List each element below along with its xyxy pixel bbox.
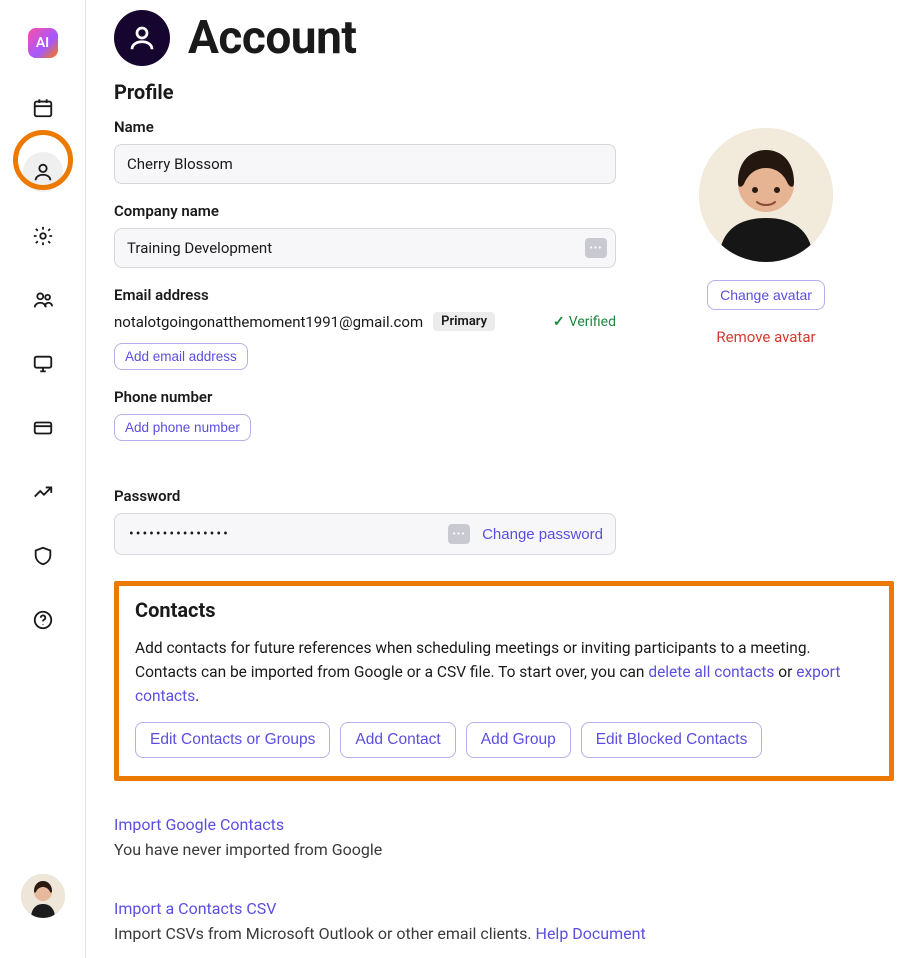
person-icon — [32, 161, 54, 183]
change-avatar-button[interactable]: Change avatar — [707, 280, 825, 310]
name-input[interactable]: Cherry Blossom — [114, 144, 616, 184]
help-circle-icon — [32, 609, 54, 631]
import-google-status: You have never imported from Google — [114, 840, 886, 859]
import-csv-desc: Import CSVs from Microsoft Outlook or ot… — [114, 924, 886, 943]
shield-icon — [32, 545, 54, 567]
nav-help[interactable] — [23, 600, 63, 640]
avatar-illustration — [699, 128, 833, 262]
name-label: Name — [114, 118, 616, 136]
phone-label: Phone number — [114, 388, 616, 406]
add-email-button[interactable]: Add email address — [114, 343, 248, 370]
main-content: Account Profile Name Cherry Blossom Comp… — [86, 0, 914, 958]
app-logo[interactable]: AI — [28, 28, 58, 58]
credit-card-icon — [32, 417, 54, 439]
gear-icon — [32, 225, 54, 247]
email-primary-badge: Primary — [433, 312, 495, 331]
email-label: Email address — [114, 286, 616, 304]
company-trailing-icon[interactable] — [585, 238, 607, 258]
user-avatar-small[interactable] — [21, 874, 65, 918]
password-label: Password — [114, 487, 886, 505]
app-logo-text: AI — [36, 35, 49, 51]
password-row: ••••••••••••••• Change password — [114, 513, 616, 555]
contacts-description: Add contacts for future references when … — [135, 636, 873, 708]
import-csv-link[interactable]: Import a Contacts CSV — [114, 899, 276, 918]
avatar-large — [699, 128, 833, 262]
add-contact-button[interactable]: Add Contact — [340, 722, 455, 758]
nav-calendar[interactable] — [23, 88, 63, 128]
nav-team[interactable] — [23, 280, 63, 320]
name-value: Cherry Blossom — [127, 155, 233, 173]
page-header-icon-badge — [114, 10, 170, 66]
company-input[interactable]: Training Development — [114, 228, 616, 268]
nav-security[interactable] — [23, 536, 63, 576]
company-value: Training Development — [127, 239, 272, 257]
company-label: Company name — [114, 202, 616, 220]
person-icon — [127, 23, 157, 53]
avatar-illustration-small — [21, 874, 65, 918]
edit-blocked-contacts-button[interactable]: Edit Blocked Contacts — [581, 722, 763, 758]
people-icon — [32, 289, 54, 311]
calendar-icon — [32, 97, 54, 119]
profile-section-title: Profile — [114, 80, 886, 104]
password-masked: ••••••••••••••• — [129, 526, 230, 542]
add-group-button[interactable]: Add Group — [466, 722, 571, 758]
password-trailing-icon[interactable] — [448, 524, 470, 544]
edit-contacts-button[interactable]: Edit Contacts or Groups — [135, 722, 330, 758]
monitor-icon — [32, 353, 54, 375]
add-phone-button[interactable]: Add phone number — [114, 414, 251, 441]
email-value: notalotgoingonatthemoment1991@gmail.com — [114, 313, 423, 331]
contacts-section-title: Contacts — [135, 598, 873, 622]
nav-display[interactable] — [23, 344, 63, 384]
nav-settings[interactable] — [23, 216, 63, 256]
email-verified-status: Verified — [553, 314, 616, 330]
nav-analytics[interactable] — [23, 472, 63, 512]
sidebar-nav — [23, 88, 63, 640]
contacts-highlight-box: Contacts Add contacts for future referen… — [114, 581, 894, 781]
help-document-link[interactable]: Help Document — [536, 924, 646, 943]
nav-account[interactable] — [23, 152, 63, 192]
remove-avatar-link[interactable]: Remove avatar — [716, 328, 815, 346]
change-password-button[interactable]: Change password — [482, 526, 603, 543]
nav-billing[interactable] — [23, 408, 63, 448]
import-google-contacts-link[interactable]: Import Google Contacts — [114, 815, 284, 834]
page-header: Account — [114, 10, 886, 66]
delete-all-contacts-link[interactable]: delete all contacts — [648, 663, 774, 681]
trending-up-icon — [32, 481, 54, 503]
sidebar: AI — [0, 0, 86, 958]
page-title: Account — [188, 11, 356, 65]
